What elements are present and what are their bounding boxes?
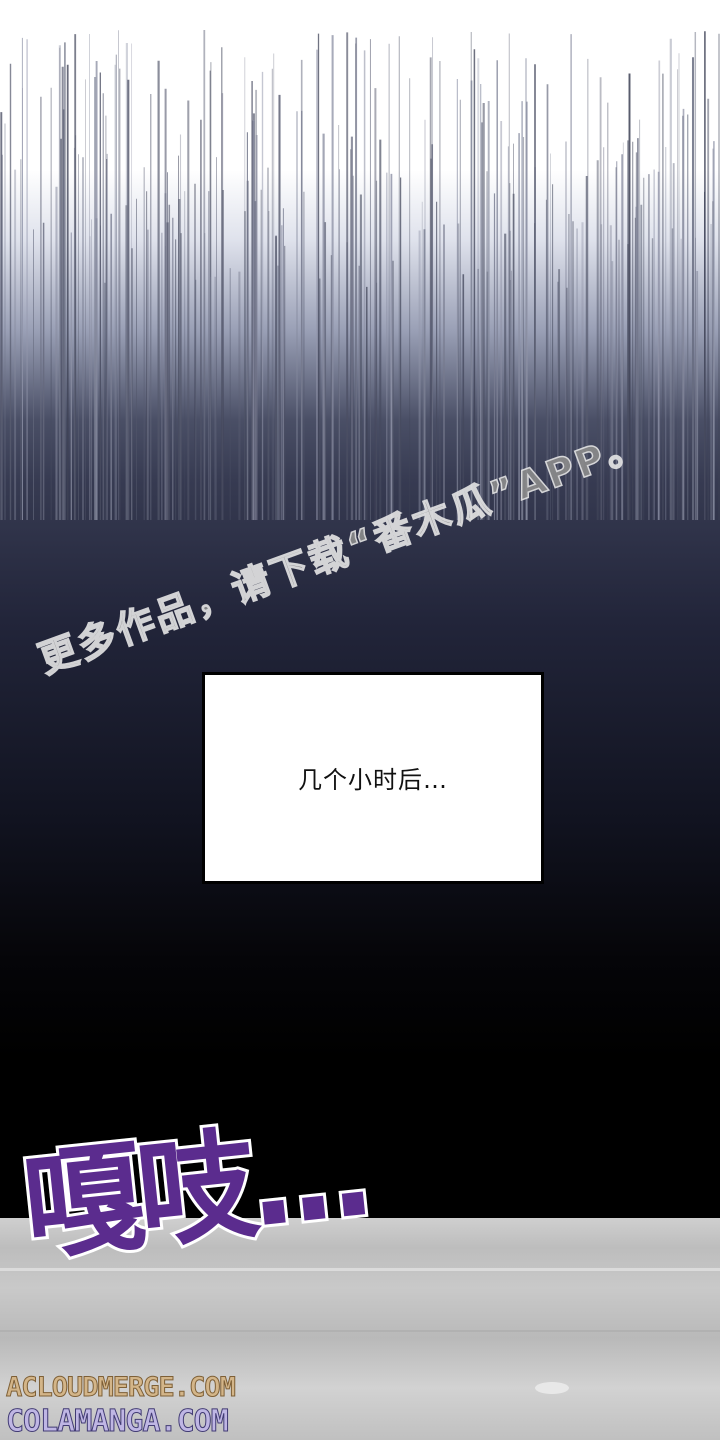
site-watermark-2: COLAMANGA.COM	[6, 1404, 230, 1440]
caption-box: 几个小时后…	[202, 672, 544, 884]
floor-seam	[0, 1330, 720, 1332]
site-watermark-1: ACLOUDMERGE.COM	[6, 1372, 237, 1404]
comic-panel: 更多作品，请下载“番木瓜”APP。 几个小时后… 嘎吱… ACLOUDMERGE…	[0, 0, 720, 1440]
caption-text: 几个小时后…	[298, 765, 448, 794]
floor-light-reflection	[535, 1382, 569, 1394]
sound-effect-text: 嘎吱…	[14, 1101, 375, 1281]
